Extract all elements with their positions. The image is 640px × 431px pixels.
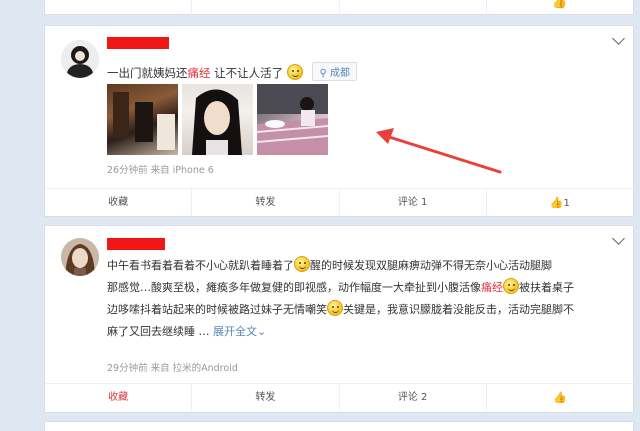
like-action[interactable]: 👍 [487, 384, 633, 411]
smile-emoji-icon [327, 300, 343, 316]
post-meta: 26分钟前 来自 iPhone 6 [107, 165, 214, 176]
image-gallery [107, 84, 328, 155]
action-bar: 👍 [45, 0, 633, 15]
username-redacted[interactable] [107, 238, 165, 250]
thumbs-up-icon: 👍 [553, 391, 567, 404]
location-tag[interactable]: ⚲ 成都 [312, 62, 357, 81]
avatar[interactable] [61, 40, 99, 78]
feed-post-2: 中午看书看着看着不小心就趴着睡着了 醒的时候发现双腿麻痹动弹不得无奈小心活动腿脚 … [44, 225, 634, 413]
smile-emoji-icon [294, 256, 310, 272]
post-text-part: 让不让人活了 [210, 66, 284, 80]
post-text-part: 醒的时候发现双腿麻痹动弹不得无奈小心活动腿脚 [310, 259, 552, 272]
comment-action[interactable]: 评论 1 [340, 189, 487, 216]
post-text: 一出门就姨妈还痛经 让不让人活了 ⚲ 成都 [107, 62, 357, 81]
post-text-part: 麻了又回去继续睡 … [107, 325, 210, 338]
action-bar: 收藏 转发 评论 2 👍 [45, 383, 633, 411]
chevron-down-icon[interactable] [612, 232, 625, 245]
post-text-part: 那感觉…酸爽至极，瘫痪多年做复健的即视感，动作幅度一大牵扯到小腹活像 [107, 281, 481, 294]
location-icon: ⚲ [319, 68, 327, 79]
smile-emoji-icon [503, 278, 519, 294]
post-text-part: 一出门就姨妈还 [107, 66, 188, 80]
repost-action[interactable] [192, 0, 340, 15]
like-action[interactable]: 👍1 [487, 189, 633, 216]
post-text-part: 中午看书看着看着不小心就趴着睡着了 [107, 259, 294, 272]
comment-action[interactable]: 评论 2 [340, 384, 487, 411]
avatar[interactable] [61, 238, 99, 276]
topic-link[interactable]: 痛经 [481, 281, 503, 294]
expand-chevron-icon: ⌄ [257, 325, 267, 338]
repost-action[interactable]: 转发 [192, 189, 340, 216]
smile-emoji-icon [286, 64, 303, 80]
post-text-part: 关键是，我意识朦胧着没能反击，活动完腿脚不 [343, 303, 574, 316]
expand-label: 展开全文 [213, 325, 257, 338]
expand-full-text-link[interactable]: 展开全文⌄ [213, 325, 266, 338]
username-redacted[interactable] [107, 37, 169, 49]
feed-post-1: 一出门就姨妈还痛经 让不让人活了 ⚲ 成都 26分钟前 来自 iPhone 6 … [44, 25, 634, 217]
repost-action[interactable]: 转发 [192, 384, 340, 411]
favorite-label: 收藏 [108, 392, 129, 403]
action-bar: 收藏 转发 评论 1 👍1 [45, 188, 633, 216]
favorite-action[interactable] [45, 0, 193, 15]
post-text-part: 边哆嗦抖着站起来的时候被路过妹子无情嘲笑 [107, 303, 327, 316]
post-image-2[interactable] [182, 84, 253, 155]
thumbs-up-icon: 👍 [549, 196, 564, 209]
post-text-part: 被扶着桌子 [519, 281, 574, 294]
favorite-action[interactable]: 收藏 [45, 189, 193, 216]
thumbs-up-icon: 👍 [552, 0, 568, 9]
post-text: 中午看书看着看着不小心就趴着睡着了 醒的时候发现双腿麻痹动弹不得无奈小心活动腿脚 … [107, 255, 627, 343]
like-count: 1 [563, 198, 570, 209]
annotation-arrow [376, 128, 502, 174]
favorite-action[interactable]: 收藏 [45, 384, 193, 411]
post-meta: 29分钟前 来自 拉米的Android [107, 363, 238, 374]
comment-action[interactable] [340, 0, 487, 15]
post-image-1[interactable] [107, 84, 178, 155]
like-action[interactable]: 👍 [487, 0, 633, 15]
feed-card-partial-top: 👍 [44, 0, 634, 15]
feed-card-partial-bottom [44, 421, 634, 431]
location-label: 成都 [329, 68, 350, 79]
chevron-down-icon[interactable] [612, 32, 625, 45]
topic-link[interactable]: 痛经 [188, 66, 211, 80]
post-image-3[interactable] [257, 84, 328, 155]
